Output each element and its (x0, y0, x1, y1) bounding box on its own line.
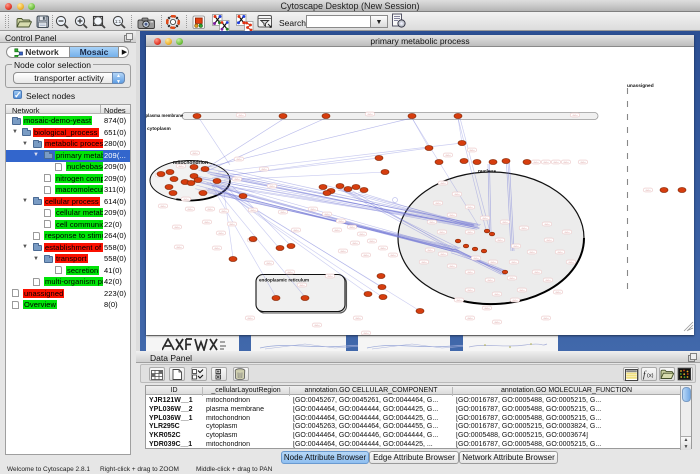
svg-text:GO-t: GO-t (239, 114, 244, 117)
svg-text:GO-t: GO-t (267, 262, 272, 265)
svg-text:GO-t: GO-t (565, 231, 570, 234)
svg-text:GO-t: GO-t (558, 251, 563, 254)
svg-text:GO-t: GO-t (300, 284, 305, 287)
svg-text:GO-t: GO-t (545, 223, 550, 226)
svg-text:GO-t: GO-t (193, 152, 198, 155)
svg-text:endoplasmic reticulum: endoplasmic reticulum (259, 278, 309, 283)
svg-text:GO-t: GO-t (646, 189, 651, 192)
svg-text:GO-t: GO-t (364, 332, 369, 335)
svg-text:GO-t: GO-t (441, 253, 446, 256)
svg-text:GO-t: GO-t (495, 321, 500, 324)
svg-text:GO-t: GO-t (470, 149, 475, 152)
svg-text:GO-t: GO-t (175, 226, 180, 229)
svg-text:GO-t: GO-t (468, 271, 473, 274)
svg-text:GO-t: GO-t (474, 257, 479, 260)
svg-text:GO-t: GO-t (205, 221, 210, 224)
svg-text:GO-t: GO-t (440, 231, 445, 234)
svg-text:GO-t: GO-t (436, 202, 441, 205)
svg-text:nucleus: nucleus (478, 169, 496, 175)
svg-text:GO-t: GO-t (520, 289, 525, 292)
svg-text:GO-t: GO-t (370, 240, 375, 243)
svg-text:GO-t: GO-t (391, 254, 396, 257)
svg-text:GO-t: GO-t (514, 245, 519, 248)
svg-text:GO-t: GO-t (161, 205, 166, 208)
svg-text:GO-t: GO-t (311, 208, 316, 211)
svg-text:GO-t: GO-t (485, 307, 490, 310)
svg-text:GO-t: GO-t (360, 233, 365, 236)
svg-text:GO-t: GO-t (339, 220, 344, 223)
svg-text:GO-t: GO-t (495, 293, 500, 296)
svg-text:GO-t: GO-t (581, 161, 586, 164)
svg-text:GO-t: GO-t (513, 299, 518, 302)
svg-text:GO-t: GO-t (422, 261, 427, 264)
svg-text:GO-t: GO-t (251, 209, 256, 212)
svg-text:GO-t: GO-t (364, 254, 369, 257)
svg-text:GO-t: GO-t (294, 229, 299, 232)
svg-text:GO-t: GO-t (468, 317, 473, 320)
svg-text:GO-t: GO-t (381, 247, 386, 250)
svg-text:unassigned: unassigned (627, 83, 654, 89)
svg-text:GO-t: GO-t (547, 239, 552, 242)
svg-text:GO-t: GO-t (468, 206, 473, 209)
svg-text:GO-t: GO-t (450, 214, 455, 217)
svg-text:GO-t: GO-t (535, 271, 540, 274)
svg-text:GO-t: GO-t (262, 168, 267, 171)
svg-text:GO-t: GO-t (219, 232, 224, 235)
svg-text:GO-t: GO-t (222, 210, 227, 213)
svg-text:GO-t: GO-t (468, 289, 473, 292)
svg-text:GO-t: GO-t (446, 154, 451, 157)
svg-text:GO-t: GO-t (468, 231, 473, 234)
svg-text:GO-t: GO-t (554, 161, 559, 164)
svg-text:GO-t: GO-t (235, 178, 240, 181)
svg-text:GO-t: GO-t (335, 229, 340, 232)
svg-text:plasma membrane: plasma membrane (146, 113, 184, 118)
svg-text:GO-t: GO-t (457, 299, 462, 302)
svg-text:GO-t: GO-t (237, 158, 242, 161)
svg-text:cytoplasm: cytoplasm (147, 126, 171, 132)
svg-text:GO-t: GO-t (353, 242, 358, 245)
svg-text:GO-t: GO-t (441, 182, 446, 185)
svg-text:GO-t: GO-t (503, 221, 508, 224)
svg-text:GO-t: GO-t (230, 223, 235, 226)
svg-text:GO-t: GO-t (341, 250, 346, 253)
svg-text:GO-t: GO-t (544, 317, 549, 320)
svg-text:GO-t: GO-t (564, 161, 569, 164)
svg-text:GO-t: GO-t (208, 208, 213, 211)
svg-text:GO-t: GO-t (368, 113, 373, 116)
svg-text:GO-t: GO-t (510, 277, 515, 280)
svg-text:GO-t: GO-t (569, 261, 574, 264)
svg-text:mitochondrion: mitochondrion (173, 160, 208, 166)
svg-text:GO-t: GO-t (270, 185, 275, 188)
svg-text:GO-t: GO-t (430, 221, 435, 224)
svg-text:GO-t: GO-t (573, 114, 578, 117)
svg-text:GO-t: GO-t (556, 291, 561, 294)
svg-text:GO-t: GO-t (215, 247, 220, 250)
svg-text:GO-t: GO-t (428, 249, 433, 252)
svg-text:GO-t: GO-t (188, 208, 193, 211)
svg-text:GO-t: GO-t (350, 226, 355, 229)
svg-text:GO-t: GO-t (248, 317, 253, 320)
svg-text:GO-t: GO-t (488, 279, 493, 282)
svg-text:GO-t: GO-t (534, 161, 539, 164)
svg-text:GO-t: GO-t (315, 324, 320, 327)
svg-text:GO-t: GO-t (356, 317, 361, 320)
svg-text:GO-t: GO-t (184, 198, 189, 201)
svg-text:GO-t: GO-t (288, 271, 293, 274)
svg-text:GO-t: GO-t (546, 279, 551, 282)
svg-text:GO-t: GO-t (328, 275, 333, 278)
svg-text:GO-t: GO-t (544, 161, 549, 164)
svg-text:GO-t: GO-t (281, 211, 286, 214)
svg-text:GO-t: GO-t (455, 193, 460, 196)
svg-text:GO-t: GO-t (177, 246, 182, 249)
svg-text:(x): (x) (647, 373, 654, 379)
svg-text:GO-t: GO-t (530, 251, 535, 254)
svg-text:GO-t: GO-t (325, 213, 330, 216)
svg-text:1:1: 1:1 (115, 19, 122, 24)
svg-text:GO-t: GO-t (450, 265, 455, 268)
svg-text:GO-t: GO-t (522, 227, 527, 230)
svg-text:GO-t: GO-t (498, 239, 503, 242)
svg-text:GO-t: GO-t (483, 217, 488, 220)
svg-text:GO-t: GO-t (512, 261, 517, 264)
svg-text:GO-t: GO-t (491, 261, 496, 264)
